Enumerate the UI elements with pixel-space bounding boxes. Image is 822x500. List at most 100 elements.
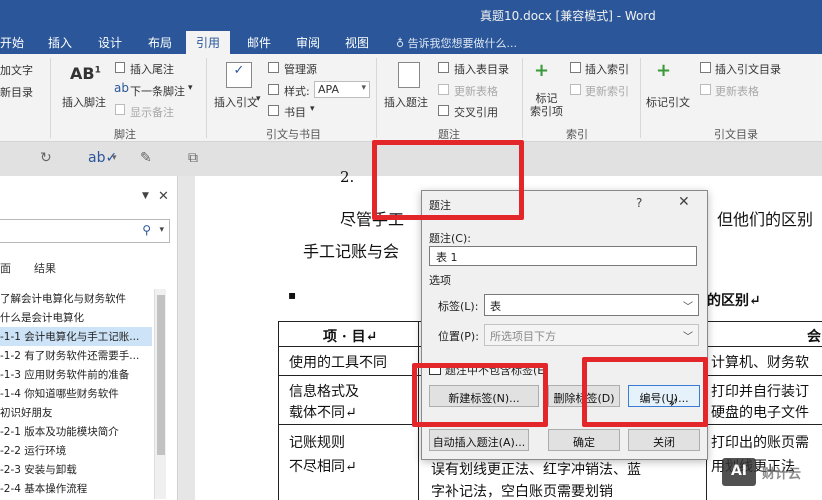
insert-citation-icon: ✓ — [226, 62, 252, 88]
mark-citation-icon: + — [656, 60, 672, 81]
next-footnote-button[interactable]: 下一条脚注 — [130, 83, 185, 99]
nav-heading-item[interactable]: -1-3 应用财务软件前的准备 — [0, 365, 152, 384]
close-icon[interactable]: ✕ — [158, 189, 169, 204]
nav-heading-item[interactable]: 了解会计电算化与财务软件 — [0, 289, 152, 308]
nav-heading-item[interactable]: -2-4 基本操作流程 — [0, 479, 152, 498]
format-painter-icon[interactable]: ✎ — [140, 150, 152, 166]
mark-entry-button[interactable]: 标记 索引项 — [530, 92, 563, 118]
chevron-down-icon[interactable]: ▾ — [159, 225, 164, 235]
lightbulb-icon: ♁ — [396, 37, 408, 50]
nav-heading-item[interactable]: -1-2 有了财务软件还需要手... — [0, 346, 152, 365]
nav-heading-item[interactable]: -2-3 安装与卸载 — [0, 460, 152, 479]
insert-toa-button[interactable]: 插入引文目录 — [715, 61, 781, 77]
mark-entry-icon: + — [534, 60, 550, 81]
window-icon[interactable]: ⧉ — [188, 150, 198, 166]
style-icon — [268, 84, 279, 95]
tab-layout[interactable]: 布局 — [148, 34, 172, 51]
nav-tab-results[interactable]: 结果 — [34, 260, 56, 276]
nav-heading-item[interactable]: -1-4 你知道哪些财务软件 — [0, 384, 152, 403]
tab-insert[interactable]: 插入 — [48, 34, 72, 51]
nav-heading-item[interactable]: -2-1 版本及功能模块简介 — [0, 422, 152, 441]
update-table-icon — [438, 84, 449, 95]
nav-search-input[interactable]: ⚲ ▾ — [0, 219, 170, 243]
cross-reference-icon — [438, 105, 449, 116]
add-text-button[interactable]: 加文字 — [0, 62, 33, 78]
insert-table-of-figures-icon — [438, 62, 449, 73]
ok-button[interactable]: 确定 — [548, 429, 620, 451]
chevron-down-icon[interactable]: ﹀ — [680, 326, 696, 344]
tab-references[interactable]: 引用 — [186, 31, 231, 54]
chevron-down-icon[interactable]: ▼ — [142, 191, 149, 201]
group-separator — [376, 58, 377, 138]
update-toa-button[interactable]: 更新表格 — [715, 83, 759, 99]
chevron-down-icon[interactable]: ▾ — [188, 83, 193, 93]
group-separator — [206, 58, 207, 138]
paragraph-text: 手工记账与会 — [303, 242, 400, 261]
nav-heading-item[interactable]: 什么是会计电算化 — [0, 308, 152, 327]
help-icon[interactable]: ? — [636, 196, 642, 210]
bibliography-button[interactable]: 书目 — [284, 104, 306, 120]
label-select[interactable]: 表 ﹀ — [484, 294, 699, 316]
tab-design[interactable]: 设计 — [98, 34, 122, 51]
annotation-box — [372, 140, 524, 220]
scrollbar-thumb[interactable] — [157, 295, 165, 455]
nav-tab-headings[interactable]: 面 — [0, 260, 11, 276]
insert-index-button[interactable]: 插入索引 — [585, 61, 629, 77]
tab-mailings[interactable]: 邮件 — [247, 34, 271, 51]
options-group-label: 选项 — [429, 274, 451, 287]
manage-sources-icon — [268, 62, 279, 73]
group-label-toa: 引文目录 — [714, 128, 758, 141]
label-field-label: 标签(L): — [438, 300, 479, 313]
chevron-down-icon[interactable]: ﹀ — [680, 296, 696, 314]
navigation-pane: ▼ ✕ ⚲ ▾ 面 结果 了解会计电算化与财务软件 什么是会计电算化 -1-1 … — [0, 176, 178, 500]
update-table-button[interactable]: 更新表格 — [454, 83, 498, 99]
tab-home[interactable]: 开始 — [0, 34, 24, 51]
group-separator — [640, 58, 641, 138]
insert-footnote-icon: AB1 — [70, 64, 101, 83]
bibliography-icon — [268, 105, 279, 116]
table-cell: 硬盘的电子文件 — [711, 405, 809, 421]
redo-icon[interactable]: ↻ — [40, 150, 52, 166]
insert-endnote-button[interactable]: 插入尾注 — [130, 61, 174, 77]
insert-index-icon — [570, 62, 581, 73]
chevron-down-icon[interactable]: ▾ — [112, 153, 117, 163]
cross-reference-button[interactable]: 交叉引用 — [454, 104, 498, 120]
tab-review[interactable]: 审阅 — [296, 34, 320, 51]
search-icon[interactable]: ⚲ — [142, 223, 151, 237]
tell-me-box[interactable]: ♁ 告诉我您想要做什么... — [396, 35, 517, 51]
nav-heading-item[interactable]: -2-2 运行环境 — [0, 441, 152, 460]
insert-table-of-figures-button[interactable]: 插入表目录 — [454, 61, 509, 77]
position-select[interactable]: 所选项目下方 ﹀ — [484, 324, 699, 346]
mark-citation-button[interactable]: 标记引文 — [646, 94, 690, 110]
update-toc-button[interactable]: 新目录 — [0, 84, 33, 100]
insert-caption-button[interactable]: 插入题注 — [384, 94, 428, 110]
caption-text-input[interactable]: 表 1 — [429, 246, 697, 266]
auto-caption-button[interactable]: 自动插入题注(A)... — [429, 429, 529, 451]
close-icon[interactable]: ✕ — [678, 194, 690, 210]
nav-heading-item[interactable]: 初识好朋友 — [0, 403, 152, 422]
update-index-button[interactable]: 更新索引 — [585, 83, 629, 99]
insert-toa-icon — [700, 62, 711, 73]
chevron-down-icon[interactable]: ▾ — [256, 94, 261, 104]
next-footnote-icon: ab — [114, 81, 129, 95]
close-button[interactable]: 关闭 — [628, 429, 700, 451]
nav-heading-item-selected[interactable]: -1-1 会计电算化与手工记账... — [0, 327, 152, 346]
group-label-citations: 引文与书目 — [266, 128, 321, 141]
watermark-logo: AI — [722, 458, 756, 486]
annotation-box — [582, 357, 708, 427]
nav-scrollbar[interactable] — [154, 289, 166, 499]
manage-sources-button[interactable]: 管理源 — [284, 61, 317, 77]
style-dropdown[interactable]: APA — [314, 81, 370, 98]
heading-fragment: 2. — [340, 168, 355, 186]
chevron-down-icon[interactable]: ▾ — [310, 104, 315, 114]
show-notes-button[interactable]: 显示备注 — [130, 104, 174, 120]
insert-footnote-button[interactable]: 插入脚注 — [62, 94, 106, 110]
table-cell: 信息格式及 — [289, 384, 359, 400]
tab-view[interactable]: 视图 — [345, 34, 369, 51]
label-select-value: 表 — [490, 300, 501, 313]
ribbon-tab-bar: 开始 插入 设计 布局 引用 邮件 审阅 视图 ♁ 告诉我您想要做什么... — [0, 30, 822, 54]
table-cell: 误有划线更正法、红字冲销法、蓝 — [431, 462, 641, 478]
table-cell: 使用的工具不同 — [289, 355, 387, 371]
insert-endnote-icon — [115, 62, 125, 73]
insert-citation-button[interactable]: 插入引文 — [214, 94, 258, 110]
